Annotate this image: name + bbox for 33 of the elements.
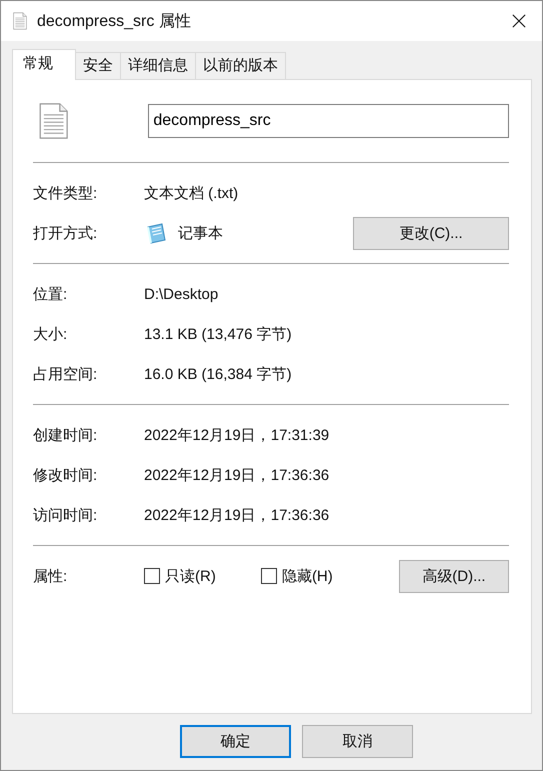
document-icon	[13, 12, 27, 30]
notepad-icon	[144, 221, 168, 245]
field-label: 创建时间:	[33, 426, 98, 444]
field-label: 大小:	[33, 324, 68, 344]
field-value: D:\Desktop	[144, 286, 218, 302]
field-label: 修改时间:	[33, 466, 98, 484]
checkbox[interactable]	[144, 568, 160, 584]
field-value: 2022年12月19日，17:31:39	[144, 426, 330, 444]
tab[interactable]: 以前的版本	[195, 52, 286, 79]
field-value: 记事本	[178, 224, 224, 242]
advanced-button[interactable]: 高级(D)...	[398, 560, 509, 592]
field-label: 占用空间:	[33, 364, 98, 384]
close-icon[interactable]	[512, 14, 526, 28]
field-value: 16.0 KB (16,384 字节)	[144, 364, 292, 384]
window-title: decompress_src 属性	[37, 12, 192, 32]
field-label: 访问时间:	[33, 506, 98, 524]
field-value: 2022年12月19日，17:36:36	[144, 506, 330, 524]
field-value: 2022年12月19日，17:36:36	[144, 466, 330, 484]
field-label: 打开方式:	[33, 224, 98, 242]
checkbox[interactable]	[260, 568, 277, 584]
field-label: 位置:	[33, 284, 68, 304]
field-label: 属性:	[33, 566, 68, 586]
field-value: 13.1 KB (13,476 字节)	[144, 324, 292, 344]
name-field[interactable]: decompress_src	[148, 104, 509, 138]
checkbox-label: 隐藏(H)	[282, 566, 333, 586]
change-button[interactable]: 更改(C)...	[353, 216, 509, 250]
dialog-button[interactable]: 确定	[180, 725, 291, 758]
dialog-button[interactable]: 取消	[302, 725, 413, 758]
checkbox-label: 只读(R)	[165, 566, 216, 586]
field-label: 文件类型:	[33, 184, 98, 202]
tab[interactable]: 常规	[12, 49, 76, 80]
document-icon	[39, 102, 68, 140]
field-value: 文本文档 (.txt)	[144, 184, 238, 202]
